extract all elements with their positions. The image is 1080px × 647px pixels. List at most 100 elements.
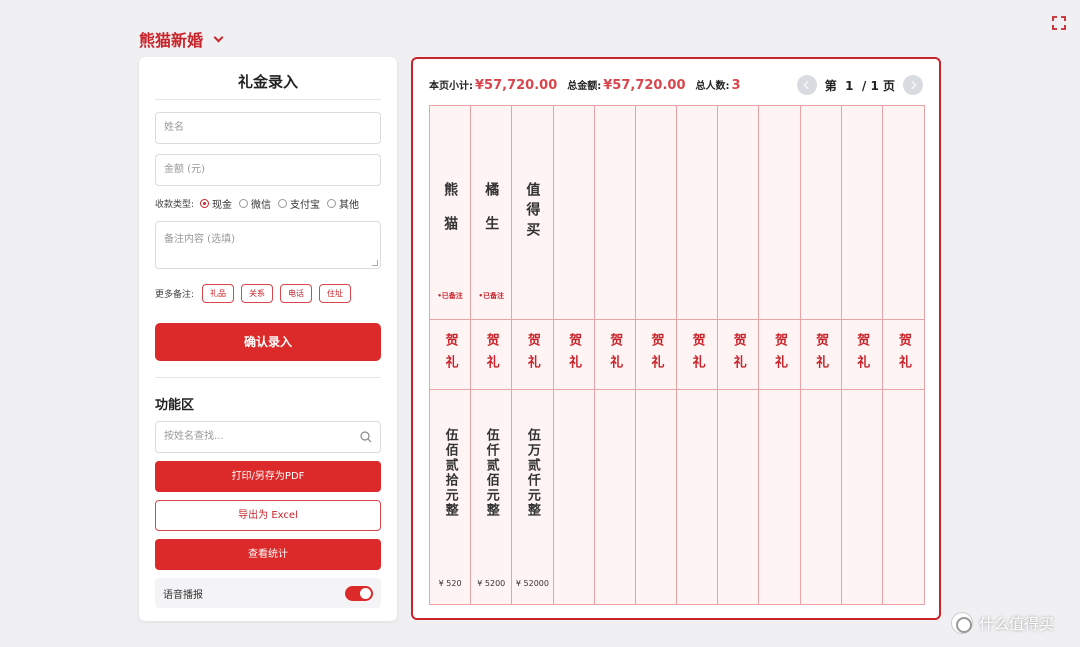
ledger-greeting-cell: 贺礼: [430, 320, 471, 390]
more-notes-label: 更多备注:: [155, 289, 195, 300]
ledger-column[interactable]: 熊猫 •已备注贺礼伍佰贰拾元整 ¥ 520: [430, 106, 472, 604]
greeting-text: 贺礼: [813, 332, 829, 377]
ledger-name-cell: [635, 106, 677, 320]
ledger-column[interactable]: 贺礼: [882, 106, 925, 604]
amount-in-words: 伍佰贰拾元整: [442, 428, 458, 518]
greeting-text: 贺礼: [607, 332, 623, 377]
noted-badge: •已备注: [437, 292, 463, 300]
ledger-amount-cell: [883, 390, 924, 604]
chevron-down-icon: [213, 32, 224, 42]
brand-title: 熊猫新婚: [139, 31, 204, 50]
tag-address[interactable]: 住址: [319, 283, 352, 303]
ledger-column[interactable]: 贺礼: [594, 106, 636, 604]
ledger-name-cell: 橘生 •已备注: [471, 106, 512, 320]
amount-number: ¥ 520: [438, 579, 462, 588]
ledger-column[interactable]: 贺礼: [759, 106, 801, 604]
voice-broadcast-toggle[interactable]: [345, 585, 373, 601]
ledger-column[interactable]: 贺礼: [677, 106, 719, 604]
ledger-amount-cell: 伍仟贰佰元整 ¥ 5200: [471, 390, 511, 604]
memo-placeholder: 备注内容 (选填): [164, 234, 235, 245]
ledger-amount-cell: [636, 390, 676, 604]
ledger-column[interactable]: 值得买贺礼伍万贰仟元整 ¥ 52000: [512, 106, 554, 604]
ledger-greeting-cell: 贺礼: [635, 320, 677, 390]
print-pdf-button[interactable]: 打印/另存为PDF: [155, 461, 381, 492]
ledger-column[interactable]: 贺礼: [553, 106, 595, 604]
amount-input[interactable]: 金额 (元): [155, 154, 381, 186]
tag-phone[interactable]: 电话: [280, 283, 313, 303]
function-section-title: 功能区: [155, 398, 195, 413]
greeting-text: 贺礼: [771, 332, 787, 377]
watermark: 什么值得买: [951, 612, 1054, 634]
ledger-amount-cell: [759, 390, 799, 604]
ledger-column[interactable]: 贺礼: [841, 106, 883, 604]
ledger-grid: 熊猫 •已备注 贺礼 伍佰贰拾元整 ¥ 520 橘生 •已备注 贺礼 伍仟贰佰元整 ¥ 5200 值…: [429, 105, 925, 605]
amount-in-words: 伍仟贰佰元整: [483, 428, 499, 518]
ledger-name-cell: [553, 106, 594, 320]
brand-selector[interactable]: 熊猫新婚: [139, 27, 224, 51]
ledger-greeting-cell: 贺礼: [553, 320, 594, 390]
export-excel-button[interactable]: 导出为 Excel: [155, 500, 381, 531]
count-label: 总人数:: [695, 81, 730, 92]
confirm-entry-button[interactable]: 确认录入: [155, 323, 381, 361]
next-page-button[interactable]: [903, 75, 923, 95]
fullscreen-icon[interactable]: [1052, 16, 1066, 30]
search-placeholder: 按姓名查找...: [164, 431, 224, 442]
ledger-name-cell: [594, 106, 635, 320]
ledger-amount-cell: [718, 390, 758, 604]
pay-option-wechat[interactable]: 微信: [239, 196, 271, 211]
greeting-text: 贺礼: [730, 332, 746, 377]
pay-option-other[interactable]: 其他: [327, 196, 359, 211]
pay-option-cash[interactable]: 现金: [200, 196, 232, 211]
greeting-text: 贺礼: [895, 332, 911, 377]
guest-name: 熊猫: [442, 182, 459, 250]
more-notes-group: 更多备注: 礼品 关系 电话 住址: [155, 283, 381, 303]
watermark-text: 什么值得买: [979, 614, 1055, 633]
ledger-column[interactable]: 贺礼: [718, 106, 760, 604]
radio-icon: [239, 198, 249, 208]
resize-grip-icon[interactable]: [372, 260, 378, 266]
voice-broadcast-row: 语音播报: [155, 578, 381, 608]
ledger-name-cell: [677, 106, 718, 320]
total-pages: 1: [870, 78, 879, 93]
name-input[interactable]: 姓名: [155, 112, 381, 144]
greeting-text: 贺礼: [648, 332, 664, 377]
ledger-name-cell: [759, 106, 800, 320]
ledger-column[interactable]: 贺礼: [800, 106, 842, 604]
tag-relation[interactable]: 关系: [241, 283, 274, 303]
search-input[interactable]: 按姓名查找...: [155, 421, 381, 453]
page-indicator: 第 1 / 1 页: [824, 78, 895, 93]
ledger-name-cell: [841, 106, 882, 320]
pagination: 第 1 / 1 页: [796, 75, 923, 95]
ledger-greeting-cell: 贺礼: [882, 320, 925, 390]
noted-badge: •已备注: [478, 292, 504, 300]
radio-icon: [327, 198, 337, 208]
ledger-greeting-cell: 贺礼: [800, 320, 841, 390]
watermark-logo-icon: [951, 612, 973, 634]
ledger-amount-cell: [554, 390, 594, 604]
greeting-text: 贺礼: [854, 332, 870, 377]
ledger-amount-cell: [801, 390, 841, 604]
total-label: 总金额:: [567, 81, 602, 92]
amount-number: ¥ 52000: [515, 579, 549, 588]
ledger-greeting-cell: 贺礼: [759, 320, 800, 390]
radio-checked-icon: [200, 198, 210, 208]
greeting-text: 贺礼: [524, 332, 540, 377]
view-stats-button[interactable]: 查看统计: [155, 539, 381, 570]
ledger-column[interactable]: 橘生 •已备注 贺礼 伍仟贰佰元整 ¥ 5200: [471, 106, 513, 604]
ledger-column[interactable]: 贺礼: [635, 106, 678, 604]
amount-in-words: 伍万贰仟元整: [524, 428, 540, 518]
ledger-name-cell: 值得买: [512, 106, 553, 320]
pay-option-alipay[interactable]: 支付宝: [278, 196, 320, 211]
prev-page-button[interactable]: [796, 75, 817, 95]
memo-textarea[interactable]: 备注内容 (选填): [155, 221, 381, 269]
guest-name: 橘生: [483, 182, 500, 250]
page-subtotal-label: 本页小计:: [429, 81, 473, 92]
amount-number: ¥ 5200: [477, 579, 506, 588]
tag-gift[interactable]: 礼品: [202, 283, 235, 303]
gift-entry-panel: 礼金录入 姓名 金额 (元) 收款类型: 现金 微信 支付宝 其他 备注内容 (…: [139, 57, 397, 621]
ledger-amount-cell: [595, 390, 635, 604]
gift-ledger-panel: 本页小计: ¥57,720.00 总金额: ¥57,720.00 总人数: 3 …: [411, 57, 941, 620]
ledger-greeting-cell: 贺礼: [841, 320, 882, 390]
divider: [155, 377, 381, 378]
summary-bar: 本页小计: ¥57,720.00 总金额: ¥57,720.00 总人数: 3: [429, 77, 751, 93]
